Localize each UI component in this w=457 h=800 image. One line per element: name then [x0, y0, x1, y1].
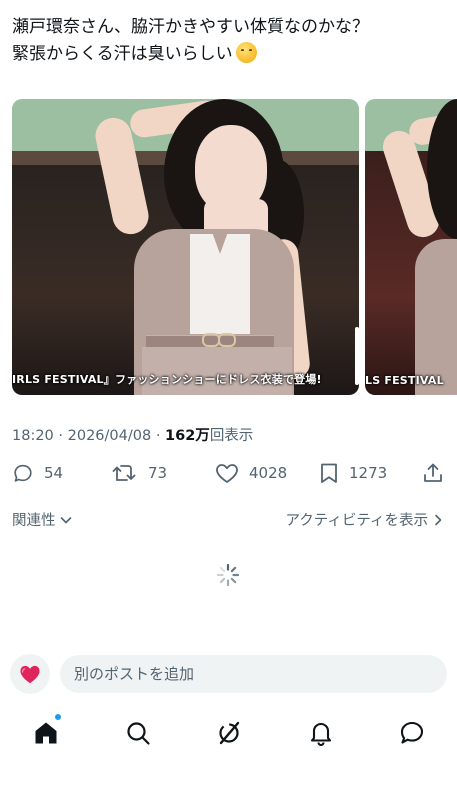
nav-grok[interactable]: [214, 718, 244, 748]
like-count: 4028: [249, 464, 288, 482]
red-heart-icon: [20, 665, 40, 684]
add-post-input[interactable]: [60, 655, 447, 693]
bookmark-button[interactable]: 1273: [319, 458, 387, 488]
share-icon: [424, 463, 442, 482]
nav-messages[interactable]: [397, 718, 427, 748]
loading-spinner-icon: [216, 563, 240, 587]
reply-sort-bar: 関連性 アクティビティを表示: [12, 509, 445, 531]
meta-separator: ·: [58, 428, 64, 444]
bookmark-icon: [321, 463, 337, 483]
like-button[interactable]: 4028: [215, 458, 287, 488]
tweet-text-line-1: 瀬戸環奈さん、脇汗かきやすい体質なのかな？: [12, 17, 369, 37]
share-button[interactable]: [422, 458, 444, 488]
nav-notifications[interactable]: [306, 718, 336, 748]
home-notification-dot: [55, 714, 61, 720]
tweet-actions: 54 73 4028 1273: [0, 458, 457, 488]
view-activity-link[interactable]: アクティビティを表示: [285, 509, 445, 530]
sort-relevance-label: 関連性: [12, 513, 56, 529]
sort-relevance-button[interactable]: 関連性: [12, 509, 73, 530]
home-icon: [35, 722, 57, 744]
chevron-down-icon: [60, 516, 71, 523]
bell-icon: [310, 722, 332, 746]
media-caption-2: LS FESTIVAL: [365, 374, 444, 387]
chevron-right-icon: [435, 514, 442, 525]
nav-home[interactable]: [31, 714, 61, 748]
media-carousel[interactable]: IRLS FESTIVAL』ファッションショーにドレス衣装で登場! LS FES…: [12, 99, 457, 395]
shushing-face-emoji-icon: [235, 42, 257, 63]
reply-icon: [14, 464, 32, 482]
carousel-scroll-indicator: [355, 327, 359, 385]
bottom-navigation: [0, 708, 457, 756]
repost-icon: [112, 465, 136, 481]
bookmark-count: 1273: [349, 464, 388, 482]
tweet-date: 2026/04/08: [67, 428, 152, 444]
tweet-time: 18:20: [12, 428, 54, 444]
repost-count: 73: [148, 464, 168, 482]
avatar[interactable]: [10, 654, 50, 694]
tweet-text-line-2: 緊張からくる汗は臭いらしい: [12, 41, 442, 68]
reply-count: 54: [44, 464, 64, 482]
view-activity-label: アクティビティを表示: [285, 513, 428, 529]
media-image-1[interactable]: IRLS FESTIVAL』ファッションショーにドレス衣装で登場!: [12, 99, 359, 395]
tweet-text-line-2-text: 緊張からくる汗は臭いらしい: [12, 44, 233, 64]
message-icon: [400, 721, 424, 744]
grok-icon: [219, 721, 240, 745]
media-image-2[interactable]: LS FESTIVAL: [365, 99, 457, 395]
search-icon: [127, 722, 150, 745]
views-label: 回表示: [209, 428, 254, 444]
reply-composer: [10, 654, 447, 694]
views-count[interactable]: 162万: [165, 428, 210, 444]
tweet-meta: 18:20 · 2026/04/08 · 162万回表示: [12, 424, 253, 445]
repost-button[interactable]: 73: [112, 458, 167, 488]
reply-button[interactable]: 54: [12, 458, 63, 488]
meta-separator-2: ·: [155, 428, 161, 444]
nav-search[interactable]: [123, 718, 153, 748]
tweet-text: 瀬戸環奈さん、脇汗かきやすい体質なのかな？ 緊張からくる汗は臭いらしい: [12, 14, 442, 68]
media-caption-1: IRLS FESTIVAL』ファッションショーにドレス衣装で登場!: [12, 373, 322, 386]
heart-icon: [216, 464, 238, 483]
